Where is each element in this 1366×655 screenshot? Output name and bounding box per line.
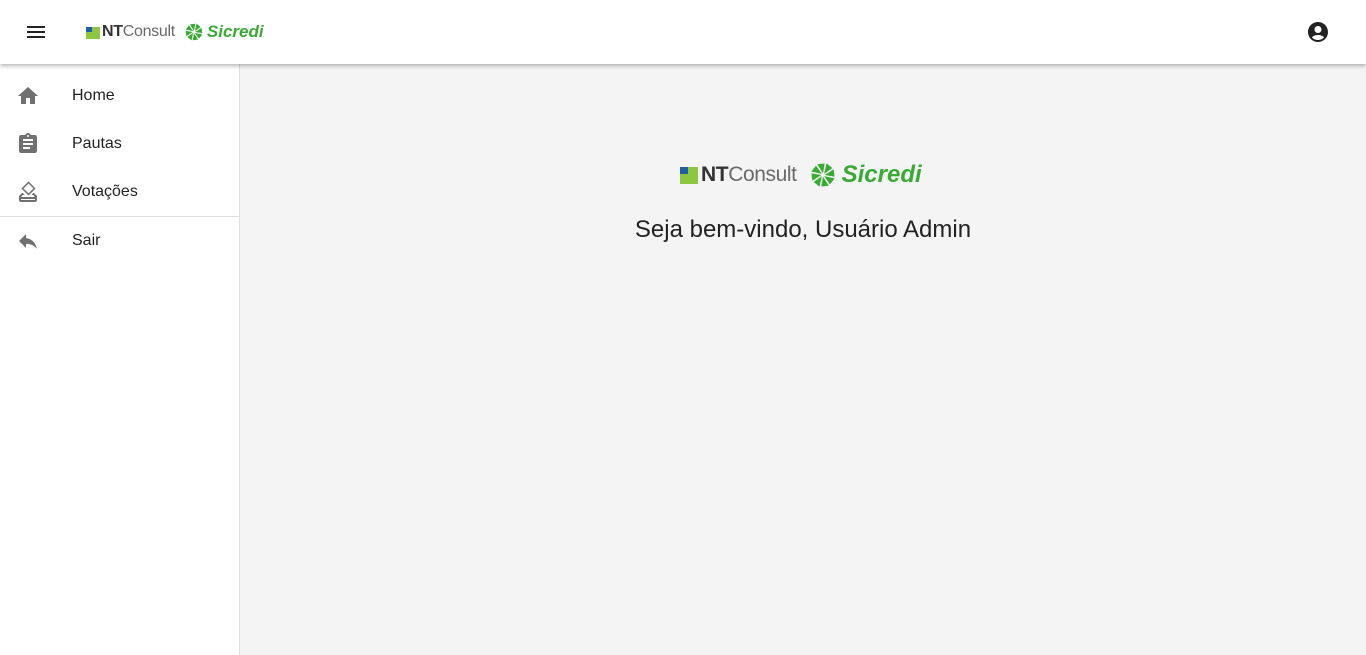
clipboard-icon [16,132,40,156]
home-icon [16,84,40,108]
sicredi-wordmark: Sicredi [206,22,264,41]
app-bar: NTConsult Sicredi [0,0,1366,64]
ntconsult-mark-icon [86,26,100,39]
menu-icon [27,26,45,38]
sidebar-item-label: Home [72,87,115,104]
ntconsult-wordmark: NTConsult [701,163,797,186]
sicredi-pinwheel-icon [809,161,837,189]
sicredi-pinwheel-icon [184,22,204,42]
sidebar-item-pautas[interactable]: Pautas [0,120,239,168]
header-logo[interactable]: NTConsult Sicredi [86,20,264,44]
hero-logo: NTConsult Sicredi [680,158,922,192]
ntconsult-wordmark: NTConsult [102,23,175,40]
main-content: NTConsult Sicredi Seja bem-vindo, Usuári… [240,64,1366,655]
sidebar: Home Pautas Votações Sair [0,64,240,655]
sidebar-item-home[interactable]: Home [0,72,239,120]
sidebar-item-votacoes[interactable]: Votações [0,168,239,216]
sidebar-item-sair[interactable]: Sair [0,217,239,265]
sidebar-item-label: Sair [72,232,101,249]
ntconsult-mark-icon [680,166,698,184]
ballot-icon [16,180,40,204]
menu-button[interactable] [18,14,54,50]
welcome-message: Seja bem-vindo, Usuário Admin [634,216,972,243]
sidebar-item-label: Votações [72,183,138,200]
account-circle-icon [1308,22,1328,42]
sidebar-item-label: Pautas [72,135,122,152]
account-button[interactable] [1300,14,1336,50]
sicredi-wordmark: Sicredi [841,161,922,188]
reply-icon [16,229,40,253]
